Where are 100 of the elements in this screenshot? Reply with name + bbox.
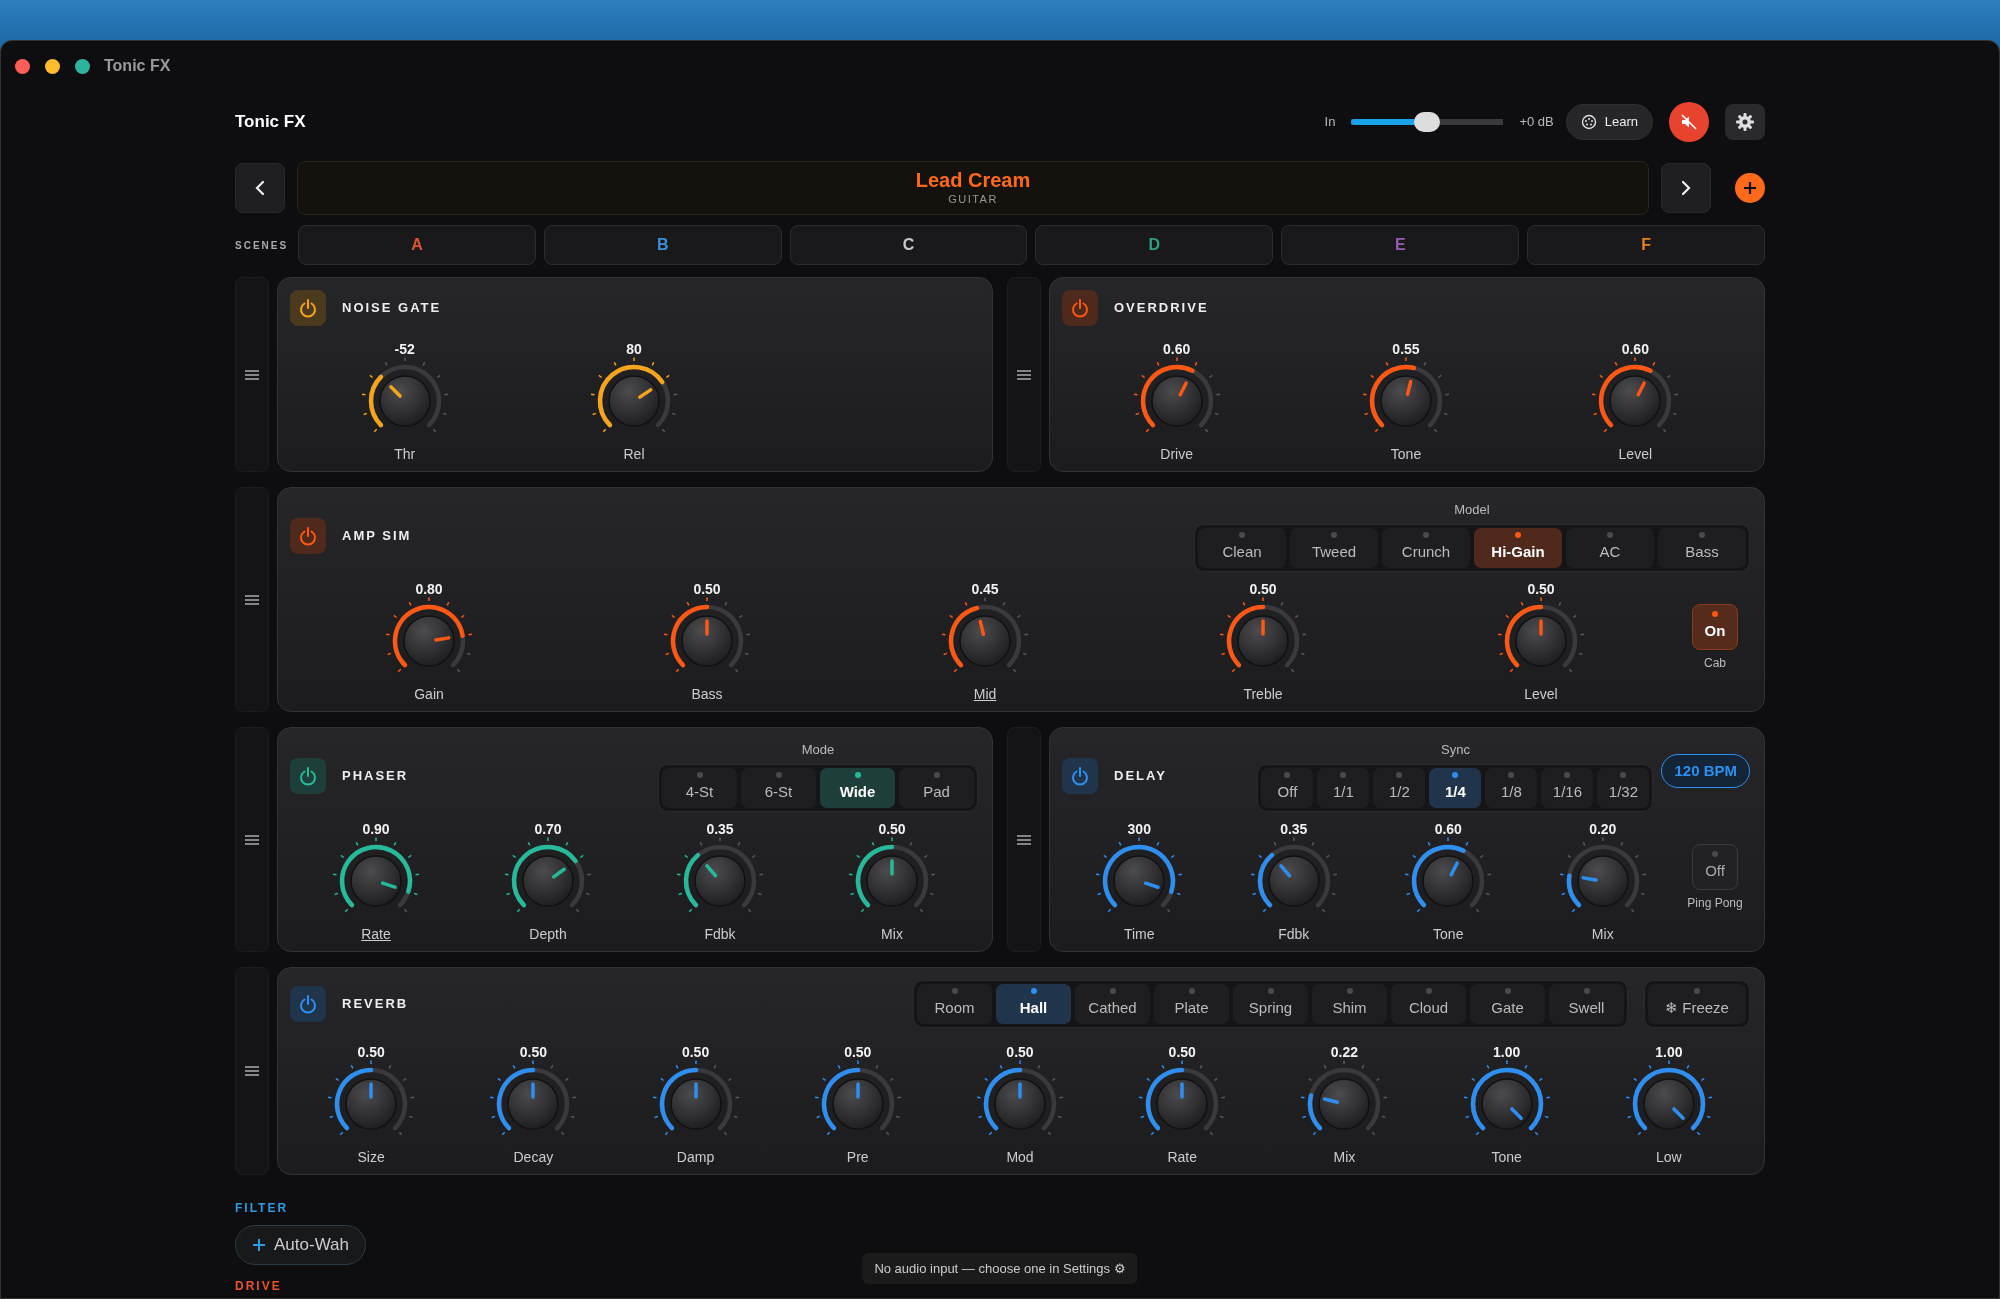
segment-option[interactable]: AC: [1566, 527, 1654, 568]
segment-option[interactable]: Gate: [1470, 984, 1545, 1024]
menu-icon: [244, 1065, 260, 1077]
knob-value: -52: [394, 341, 415, 357]
knob-label: Fdbk: [1278, 925, 1310, 943]
menu-icon: [1016, 368, 1032, 381]
segment-option[interactable]: 4-St: [662, 767, 737, 808]
settings-button[interactable]: [1725, 104, 1765, 140]
drag-handle[interactable]: [235, 277, 269, 472]
scene-button[interactable]: C: [789, 225, 1028, 265]
minimize-button[interactable]: [45, 58, 60, 74]
drag-handle[interactable]: [1007, 727, 1041, 952]
knob-label: Gain: [414, 685, 444, 703]
menu-icon: [244, 833, 260, 846]
scene-button[interactable]: A: [298, 225, 536, 265]
knob-value: 0.60: [1434, 821, 1462, 837]
knob-value: 0.55: [1392, 341, 1420, 357]
tempo-badge: 120 BPM: [1661, 754, 1750, 788]
preset-name: Lead Cream: [915, 168, 1031, 191]
knob-value: 300: [1127, 821, 1151, 837]
knob-label: Mix: [881, 925, 903, 943]
power-button[interactable]: [290, 757, 326, 794]
knob-label: Treble: [1243, 685, 1283, 703]
menu-icon: [1016, 833, 1032, 846]
segment-option[interactable]: Cathed: [1075, 984, 1150, 1024]
knob-label: Mod: [1006, 1148, 1034, 1166]
module-title: AMP SIM: [342, 527, 412, 545]
knob-label: Bass: [691, 685, 723, 703]
segment-option[interactable]: 1/1: [1317, 767, 1370, 808]
drag-handle[interactable]: [235, 487, 269, 712]
segment-option[interactable]: Plate: [1154, 984, 1229, 1024]
toggle-button[interactable]: On: [1692, 603, 1738, 650]
window-title: Tonic FX: [104, 56, 171, 76]
add-preset-button[interactable]: [1735, 173, 1765, 203]
scene-button[interactable]: B: [543, 225, 782, 265]
segment-option[interactable]: 1/16: [1541, 767, 1594, 808]
input-label: In: [1324, 113, 1336, 132]
segment-option[interactable]: 6-St: [741, 767, 816, 808]
app-title: Tonic FX: [235, 111, 306, 134]
knob-label: Time: [1123, 925, 1155, 943]
plus-icon: [252, 1238, 266, 1252]
power-button[interactable]: [1062, 290, 1098, 326]
power-button[interactable]: [290, 290, 326, 326]
segment-option[interactable]: Tweed: [1290, 527, 1378, 568]
drag-handle[interactable]: [1007, 277, 1041, 472]
knob-value: 0.50: [357, 1044, 385, 1060]
drag-handle[interactable]: [235, 727, 269, 952]
segment-option[interactable]: Off: [1261, 767, 1314, 808]
knob-label: Tone: [1390, 445, 1422, 463]
segment-option[interactable]: Spring: [1233, 984, 1308, 1024]
segment-option[interactable]: Hall: [996, 984, 1071, 1024]
knob-value: 0.50: [844, 1044, 872, 1060]
add-effect-button[interactable]: Auto-Wah: [235, 1225, 366, 1265]
scene-button[interactable]: D: [1035, 225, 1274, 265]
segment-option[interactable]: Wide: [820, 767, 895, 808]
power-button[interactable]: [290, 986, 326, 1022]
power-button[interactable]: [290, 517, 326, 554]
knob-value: 0.60: [1163, 341, 1191, 357]
segment-option[interactable]: Cloud: [1391, 984, 1466, 1024]
segment-option[interactable]: Clean: [1198, 527, 1286, 568]
learn-button[interactable]: Learn: [1565, 104, 1653, 140]
knob-label: Drive: [1160, 445, 1193, 463]
zoom-button[interactable]: [75, 58, 90, 74]
toggle-button[interactable]: Off: [1692, 843, 1738, 890]
knob-label: Pre: [846, 1148, 869, 1166]
segment-option[interactable]: 1/4: [1429, 767, 1482, 808]
knob-label: Mid: [973, 685, 997, 703]
knob-value: 0.80: [415, 581, 443, 597]
scene-button[interactable]: E: [1281, 225, 1520, 265]
knob-label: Rate: [361, 925, 391, 943]
category-title: FILTER: [235, 1200, 290, 1217]
segment-option[interactable]: 1/8: [1485, 767, 1538, 808]
knob-label: Level: [1618, 445, 1653, 463]
segment-option[interactable]: Crunch: [1382, 527, 1470, 568]
scenes-label: SCENES: [235, 238, 290, 253]
knob-label: Thr: [394, 445, 416, 463]
close-button[interactable]: [15, 58, 30, 74]
segment-option[interactable]: 1/2: [1373, 767, 1426, 808]
segment-option[interactable]: 1/32: [1597, 767, 1650, 808]
segment-option[interactable]: Bass: [1658, 527, 1746, 568]
segment-option[interactable]: Shim: [1312, 984, 1387, 1024]
scene-button[interactable]: F: [1527, 225, 1765, 265]
preset-category: GUITAR: [948, 191, 998, 207]
drag-handle[interactable]: [235, 967, 269, 1175]
segment-option[interactable]: Room: [917, 984, 992, 1024]
segment-option[interactable]: Swell: [1549, 984, 1624, 1024]
knob-label: Rel: [623, 445, 645, 463]
mute-button[interactable]: [1669, 102, 1709, 142]
knob-label: Fdbk: [704, 925, 736, 943]
segment-option[interactable]: Pad: [899, 767, 974, 808]
knob-value: 0.20: [1589, 821, 1617, 837]
knob-value: 80: [626, 341, 642, 357]
module-title: DELAY: [1114, 767, 1167, 785]
category-title: DRIVE: [235, 1278, 283, 1295]
knob-label: Decay: [513, 1148, 554, 1166]
freeze-toggle[interactable]: ❄ Freeze: [1648, 984, 1746, 1024]
segment-option[interactable]: Hi-Gain: [1474, 527, 1562, 568]
knob-label: Mix: [1591, 925, 1614, 943]
selector-label: Sync: [1441, 741, 1470, 759]
power-button[interactable]: [1062, 757, 1098, 794]
